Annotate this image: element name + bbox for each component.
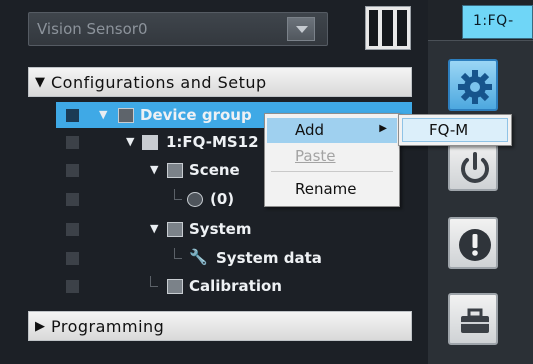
configurations-setup-label: Configurations and Setup [51, 73, 267, 92]
checkbox[interactable] [66, 164, 79, 177]
collapsed-triangle-icon: ▶ [35, 319, 45, 334]
magnifier-icon [187, 192, 203, 207]
system-icon [167, 222, 183, 237]
sensor-select-value: Vision Sensor0 [37, 20, 148, 38]
programming-label: Programming [51, 317, 165, 336]
expand-triangle-icon[interactable]: ▼ [150, 163, 158, 176]
tree-item-label: Scene [189, 161, 240, 179]
configurations-setup-header[interactable]: ▼ Configurations and Setup [28, 67, 412, 97]
tree-item-label: System data [216, 249, 322, 267]
settings-button[interactable] [448, 59, 498, 111]
tree-item-label: Device group [140, 106, 252, 124]
sensor-device-icon[interactable] [365, 6, 411, 50]
power-button[interactable] [448, 139, 498, 191]
checkbox[interactable] [66, 280, 79, 293]
toolbox-button[interactable] [448, 293, 498, 345]
tab-label: 1:FQ- [473, 13, 514, 29]
alert-button[interactable] [448, 217, 498, 269]
tree-connector [174, 189, 182, 200]
device-group-icon [118, 108, 134, 123]
tree-item-system[interactable]: ▼ System [56, 216, 412, 242]
menu-item-rename[interactable]: Rename [267, 177, 397, 202]
sensor-select[interactable]: Vision Sensor0 [28, 12, 328, 46]
tool-strip [428, 40, 533, 364]
programming-header[interactable]: ▶ Programming [28, 311, 412, 341]
tree-item-label: System [189, 220, 252, 238]
calibration-icon [167, 279, 183, 294]
tree-item-system-data[interactable]: 🔧 System data [56, 245, 412, 271]
expand-triangle-icon[interactable]: ▼ [99, 108, 107, 121]
tab-sensor[interactable]: 1:FQ- [462, 5, 533, 39]
menu-item-add[interactable]: Add ▶ [267, 118, 397, 143]
wrench-icon: 🔧 [189, 248, 208, 266]
checkbox[interactable] [66, 252, 79, 265]
alert-icon [459, 229, 491, 261]
menu-item-paste: Paste [267, 144, 397, 169]
checkbox[interactable] [66, 193, 79, 206]
submenu-arrow-icon: ▶ [379, 123, 387, 134]
expand-triangle-icon: ▼ [35, 75, 45, 90]
menu-item-label: Add [295, 121, 325, 139]
power-icon [461, 152, 489, 183]
checkbox[interactable] [66, 136, 79, 149]
tree-item-label: (0) [210, 190, 235, 208]
toolbox-icon [461, 308, 489, 333]
dropdown-button[interactable] [287, 17, 315, 41]
scene-icon [167, 163, 183, 178]
gear-icon [458, 70, 492, 104]
monitor-icon [142, 135, 158, 150]
menu-separator [271, 171, 393, 172]
menu-item-label: Paste [295, 147, 336, 165]
menu-item-label: Rename [295, 180, 357, 198]
tree-item-calibration[interactable]: Calibration [56, 273, 412, 299]
menu-item-label: FQ-M [429, 121, 469, 139]
chevron-down-icon [296, 26, 308, 33]
tree-item-label: Calibration [189, 277, 282, 295]
tree-item-label: 1:FQ-MS12 [166, 133, 259, 151]
add-submenu: FQ-M [398, 114, 512, 146]
expand-triangle-icon[interactable]: ▼ [126, 135, 134, 148]
checkbox[interactable] [66, 223, 79, 236]
context-menu: Add ▶ Paste Rename [264, 113, 400, 207]
checkbox[interactable] [66, 109, 79, 122]
expand-triangle-icon[interactable]: ▼ [150, 222, 158, 235]
menu-item-fq-m[interactable]: FQ-M [402, 118, 508, 142]
tree-connector [174, 248, 182, 259]
tree-connector [150, 276, 158, 287]
